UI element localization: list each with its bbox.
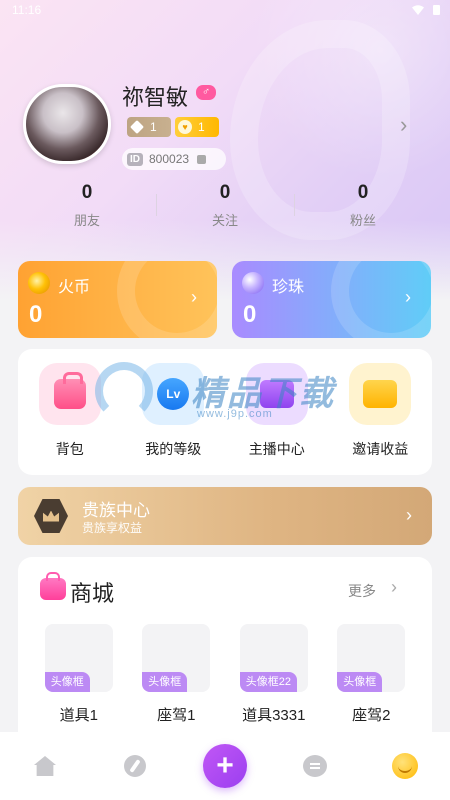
- stat-fans-label: 粉丝: [349, 213, 376, 228]
- shop-item-thumbnail: 头像框: [337, 624, 406, 692]
- function-host-center[interactable]: 主播中心: [225, 363, 329, 475]
- nav-messages[interactable]: [291, 742, 339, 790]
- wealth-level-badge: 1: [127, 117, 171, 137]
- shop-item-thumbnail: 头像框: [44, 624, 113, 692]
- chevron-right-icon: ›: [405, 287, 411, 307]
- shop-item-tag: 头像框: [142, 672, 188, 692]
- pearl-card[interactable]: 珍珠 0 ›: [232, 261, 431, 338]
- wallet-icon: [349, 363, 412, 425]
- shop-item-thumbnail: 头像框22: [239, 624, 308, 692]
- message-icon: [303, 755, 327, 777]
- function-my-level-label: 我的等级: [145, 441, 202, 457]
- card-decoration: [331, 261, 431, 338]
- home-icon: [34, 756, 56, 776]
- profile-detail-arrow-icon[interactable]: ›: [400, 112, 407, 138]
- wealth-level-value: 1: [150, 120, 157, 134]
- fire-coin-value: 0: [29, 301, 43, 328]
- shop-item[interactable]: 头像框22 道具3331: [231, 624, 317, 725]
- status-bar: 11:16: [0, 0, 450, 22]
- host-icon: [245, 363, 308, 425]
- shop-section: 商城 更多 › 头像框 道具1 头像框 座驾1 头像框22 道具3331 头像框…: [18, 557, 432, 747]
- discover-icon: [124, 755, 146, 777]
- me-icon: [392, 753, 418, 779]
- function-my-level[interactable]: Lv 我的等级: [122, 363, 226, 475]
- copy-icon[interactable]: [197, 154, 207, 164]
- function-backpack[interactable]: 背包: [18, 363, 122, 475]
- bottom-navigation: +: [0, 732, 450, 800]
- shop-item-list: 头像框 道具1 头像框 座驾1 头像框22 道具3331 头像框 座驾2: [18, 624, 432, 725]
- plus-icon: +: [203, 744, 247, 788]
- stat-following-count: 0: [219, 182, 231, 203]
- stat-fans[interactable]: 0 粉丝: [294, 182, 432, 230]
- pearl-value: 0: [243, 301, 257, 328]
- nav-home[interactable]: [21, 742, 69, 790]
- chevron-right-icon: ›: [406, 505, 412, 525]
- shop-title: 商城: [70, 581, 115, 606]
- gender-male-icon: ♂: [196, 85, 216, 100]
- stat-friends[interactable]: 0 朋友: [18, 182, 156, 230]
- shop-item[interactable]: 头像框 座驾1: [133, 624, 219, 725]
- diamond-icon: [130, 120, 144, 134]
- shop-item-thumbnail: 头像框: [142, 624, 211, 692]
- battery-icon: [433, 5, 440, 15]
- id-label: ID: [127, 152, 143, 166]
- id-value: 800023: [149, 152, 190, 166]
- level-icon: Lv: [142, 363, 205, 425]
- avatar[interactable]: [23, 84, 111, 164]
- pearl-icon: [242, 272, 264, 294]
- pearl-label: 珍珠: [272, 279, 305, 296]
- shop-item-name: 道具3331: [242, 707, 306, 724]
- charm-level-badge: ♥ 1: [175, 117, 219, 137]
- shop-item-name: 座驾2: [352, 707, 391, 724]
- stat-following[interactable]: 0 关注: [156, 182, 294, 230]
- social-stats: 0 朋友 0 关注 0 粉丝: [18, 182, 432, 230]
- function-host-center-label: 主播中心: [248, 441, 305, 457]
- noble-title: 贵族中心: [82, 501, 150, 520]
- shop-item[interactable]: 头像框 道具1: [36, 624, 122, 725]
- heart-icon: ♥: [178, 120, 192, 134]
- shop-item-tag: 头像框: [337, 672, 383, 692]
- user-id-pill[interactable]: ID 800023: [122, 148, 226, 170]
- crown-icon: [34, 499, 68, 533]
- chevron-right-icon[interactable]: ›: [391, 577, 397, 598]
- backpack-icon: [38, 363, 101, 425]
- noble-subtitle: 贵族享权益: [82, 521, 143, 535]
- function-backpack-label: 背包: [55, 441, 84, 457]
- shop-item[interactable]: 头像框 座驾2: [328, 624, 414, 725]
- shop-more-link[interactable]: 更多: [348, 581, 376, 601]
- stat-fans-count: 0: [357, 182, 369, 203]
- status-time: 11:16: [12, 3, 42, 17]
- user-name: 祢智敏: [122, 85, 189, 110]
- stat-friends-label: 朋友: [73, 213, 100, 228]
- stat-following-label: 关注: [211, 213, 238, 228]
- fire-coin-label: 火币: [58, 279, 91, 296]
- noble-center-banner[interactable]: 贵族中心 贵族享权益 ›: [18, 487, 432, 545]
- stat-friends-count: 0: [81, 182, 93, 203]
- fire-coin-card[interactable]: 火币 0 ›: [18, 261, 217, 338]
- wifi-icon: [412, 5, 424, 15]
- card-decoration: [117, 261, 217, 338]
- nav-me[interactable]: [381, 742, 429, 790]
- coin-icon: [28, 272, 50, 294]
- shop-item-tag: 头像框: [44, 672, 90, 692]
- function-grid: 背包 Lv 我的等级 主播中心 邀请收益: [18, 349, 432, 475]
- function-invite-earnings-label: 邀请收益: [352, 441, 409, 457]
- shopping-bag-icon: [40, 572, 66, 600]
- function-invite-earnings[interactable]: 邀请收益: [329, 363, 433, 475]
- shop-item-name: 道具1: [59, 707, 98, 724]
- shop-item-tag: 头像框22: [239, 672, 297, 692]
- charm-level-value: 1: [198, 120, 205, 134]
- nav-create[interactable]: +: [201, 742, 249, 790]
- nav-discover[interactable]: [111, 742, 159, 790]
- shop-item-name: 座驾1: [157, 707, 196, 724]
- chevron-right-icon: ›: [191, 287, 197, 307]
